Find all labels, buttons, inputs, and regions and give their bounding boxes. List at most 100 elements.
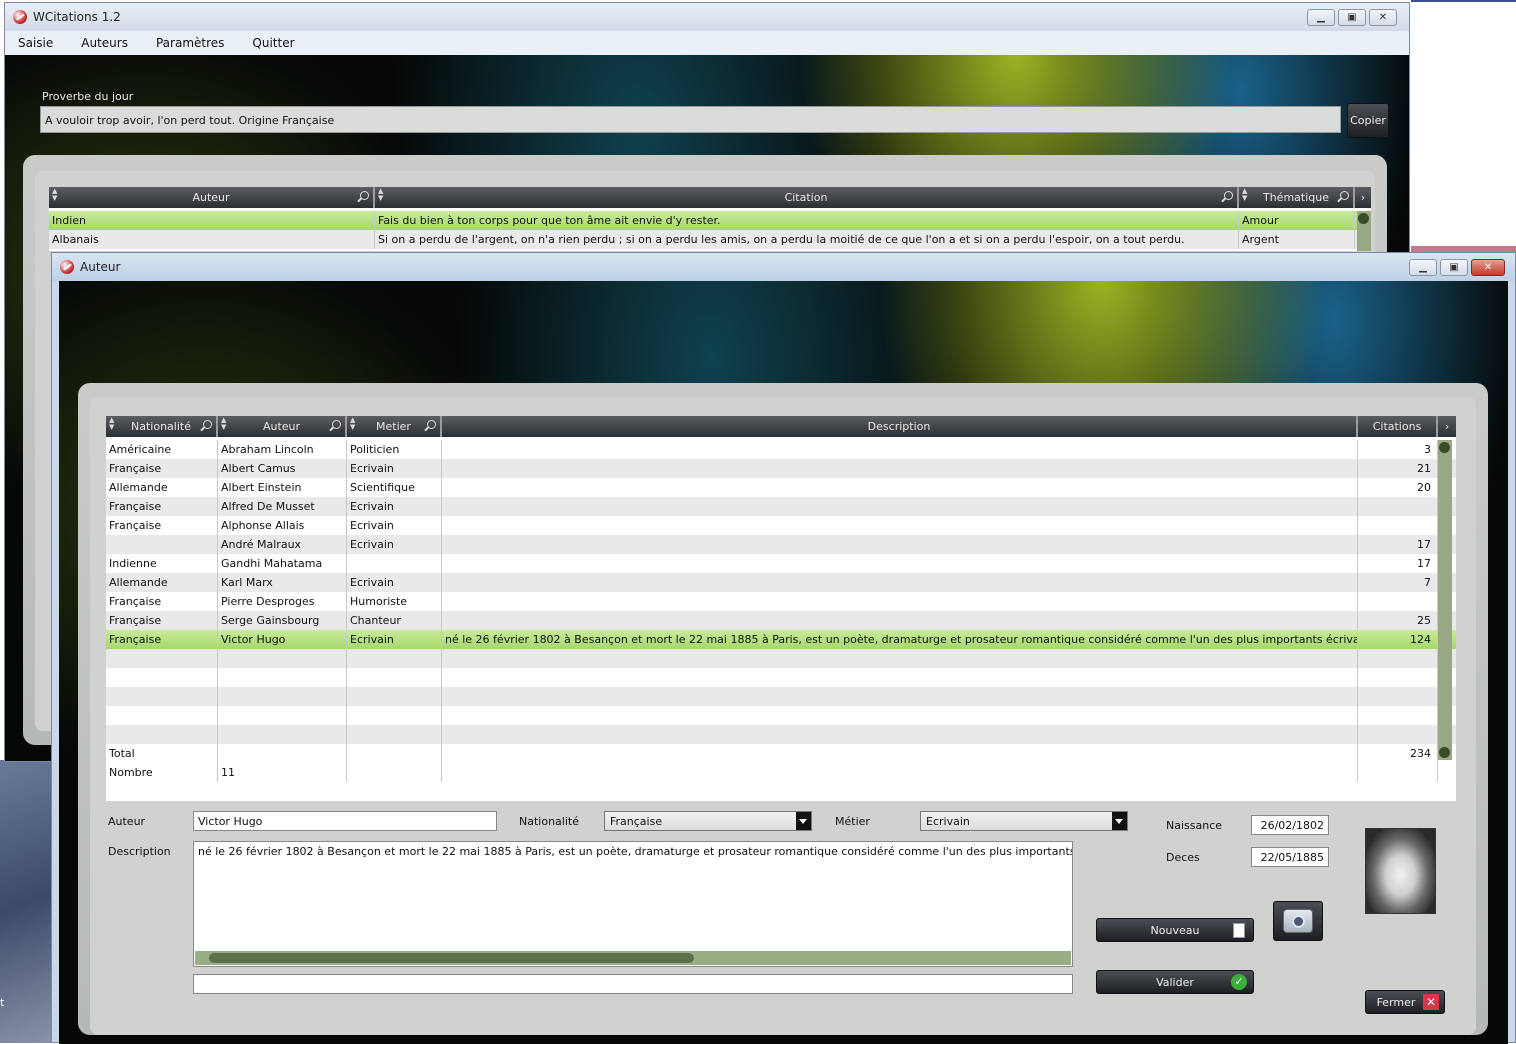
menu-quitter[interactable]: Quitter: [252, 36, 308, 50]
cell-nationalite: Allemande: [106, 573, 218, 592]
close-button[interactable]: ✕: [1471, 259, 1505, 276]
minimize-button[interactable]: ▁: [1409, 259, 1437, 276]
count-value: 11: [218, 763, 347, 782]
chevron-down-icon: [796, 812, 811, 830]
scroll-down-knob[interactable]: [1439, 747, 1450, 758]
minimize-button[interactable]: ▁: [1307, 9, 1335, 26]
cell-description: [442, 535, 1358, 554]
search-icon[interactable]: [360, 191, 369, 200]
naissance-input[interactable]: 26/02/1802: [1251, 815, 1329, 835]
cell-metier: [347, 554, 442, 573]
table-row[interactable]: Indienne Gandhi Mahatama 17: [106, 554, 1456, 573]
menu-auteurs[interactable]: Auteurs: [81, 36, 142, 50]
cell-nationalite: Française: [106, 611, 218, 630]
vertical-scrollbar[interactable]: [1357, 211, 1371, 251]
column-chooser-button[interactable]: ›: [1355, 187, 1371, 208]
table-row[interactable]: Allemande Albert Einstein Scientifique 20: [106, 478, 1456, 497]
table-row[interactable]: Française Serge Gainsbourg Chanteur 25: [106, 611, 1456, 630]
nationalite-select[interactable]: Française: [604, 811, 812, 831]
cell-description: [442, 516, 1358, 535]
proverbe-label: Proverbe du jour: [42, 90, 134, 103]
table-row[interactable]: Française Albert Camus Ecrivain 21: [106, 459, 1456, 478]
cell-nationalite: Française: [106, 497, 218, 516]
nationalite-label: Nationalité: [519, 815, 579, 828]
maximize-button[interactable]: ▣: [1440, 259, 1468, 276]
main-titlebar: WCitations 1.2 ▁ ▣ ✕: [5, 3, 1409, 31]
table-row[interactable]: Française Pierre Desproges Humoriste: [106, 592, 1456, 611]
table-row[interactable]: Française Alfred De Musset Ecrivain: [106, 497, 1456, 516]
search-icon[interactable]: [1340, 191, 1349, 200]
cell-metier: [347, 725, 442, 744]
fermer-button[interactable]: Fermer ✕: [1365, 990, 1445, 1014]
maximize-button[interactable]: ▣: [1338, 9, 1366, 26]
main-window-title: WCitations 1.2: [33, 10, 121, 24]
vertical-scrollbar[interactable]: [1438, 440, 1452, 760]
column-header-thematique[interactable]: ▲ ▼ Thématique: [1239, 187, 1355, 208]
metier-select[interactable]: Ecrivain: [920, 811, 1128, 831]
cell-metier: [347, 668, 442, 687]
search-icon[interactable]: [203, 420, 212, 429]
extra-input[interactable]: [193, 974, 1073, 994]
cell-auteur: Serge Gainsbourg: [218, 611, 347, 630]
search-icon[interactable]: [427, 420, 436, 429]
app-icon: [13, 10, 27, 24]
table-row[interactable]: Indien Fais du bien à ton corps pour que…: [49, 211, 1371, 230]
sort-icon: ▲ ▼: [350, 416, 356, 431]
cell-nationalite: Française: [106, 592, 218, 611]
column-header-nationalite[interactable]: ▲ ▼ Nationalité: [106, 416, 218, 437]
column-header-auteur[interactable]: ▲ ▼ Auteur: [49, 187, 375, 208]
proverbe-field[interactable]: A vouloir trop avoir, l'on perd tout. Or…: [40, 106, 1341, 133]
table-row[interactable]: André Malraux Ecrivain 17: [106, 535, 1456, 554]
cell-nationalite: Française: [106, 516, 218, 535]
cell-citations: 20: [1358, 478, 1438, 497]
photo-button[interactable]: [1273, 901, 1323, 941]
valider-button[interactable]: Valider ✓: [1096, 970, 1254, 994]
cell-auteur: Alfred De Musset: [218, 497, 347, 516]
author-photo: [1365, 828, 1436, 914]
cell-citations: 3: [1358, 440, 1438, 459]
cell-auteur: Alphonse Allais: [218, 516, 347, 535]
menu-saisie[interactable]: Saisie: [18, 36, 67, 50]
nouveau-button[interactable]: Nouveau: [1096, 918, 1254, 942]
column-chooser-button[interactable]: ›: [1438, 416, 1456, 437]
column-header-auteur[interactable]: ▲ ▼ Auteur: [218, 416, 347, 437]
cell-auteur: [218, 668, 347, 687]
cell-auteur: Pierre Desproges: [218, 592, 347, 611]
cell-description: [442, 725, 1358, 744]
cell-description: [442, 592, 1358, 611]
sort-icon: ▲ ▼: [221, 416, 227, 431]
cell-auteur: Gandhi Mahatama: [218, 554, 347, 573]
menu-parametres[interactable]: Paramètres: [156, 36, 238, 50]
table-row[interactable]: Albanais Si on a perdu de l'argent, on n…: [49, 230, 1371, 249]
cell-citations: [1358, 516, 1438, 535]
close-button[interactable]: ✕: [1369, 9, 1397, 26]
table-row[interactable]: Allemande Karl Marx Ecrivain 7: [106, 573, 1456, 592]
scroll-thumb[interactable]: [209, 953, 694, 963]
auteur-label: Auteur: [108, 815, 146, 828]
table-row[interactable]: Américaine Abraham Lincoln Politicien 3: [106, 440, 1456, 459]
cell-auteur: [218, 649, 347, 668]
cell-citations: 17: [1358, 535, 1438, 554]
cell-metier: [347, 706, 442, 725]
deces-input[interactable]: 22/05/1885: [1251, 847, 1329, 867]
cell-citations: [1358, 592, 1438, 611]
table-row[interactable]: Française Victor Hugo Ecrivain né le 26 fév…: [106, 630, 1456, 649]
search-icon[interactable]: [1224, 191, 1233, 200]
cell-description: [442, 649, 1358, 668]
column-header-metier[interactable]: ▲ ▼ Metier: [347, 416, 442, 437]
copy-button[interactable]: Copier: [1347, 103, 1389, 138]
table-row[interactable]: Française Alphonse Allais Ecrivain: [106, 516, 1456, 535]
auteur-input[interactable]: Victor Hugo: [193, 811, 497, 831]
search-icon[interactable]: [332, 420, 341, 429]
column-header-citations[interactable]: Citations: [1358, 416, 1438, 437]
horizontal-scrollbar[interactable]: [195, 951, 1071, 965]
description-textarea[interactable]: né le 26 février 1802 à Besançon et mort…: [193, 841, 1073, 967]
cell-citation: Fais du bien à ton corps pour que ton âm…: [375, 211, 1239, 230]
cell-metier: Ecrivain: [347, 516, 442, 535]
cell-auteur: [218, 706, 347, 725]
scroll-up-knob[interactable]: [1439, 442, 1450, 453]
total-value: 234: [1358, 744, 1438, 763]
column-header-citation[interactable]: ▲ ▼ Citation: [375, 187, 1239, 208]
column-header-description[interactable]: Description: [442, 416, 1358, 437]
cell-auteur: André Malraux: [218, 535, 347, 554]
